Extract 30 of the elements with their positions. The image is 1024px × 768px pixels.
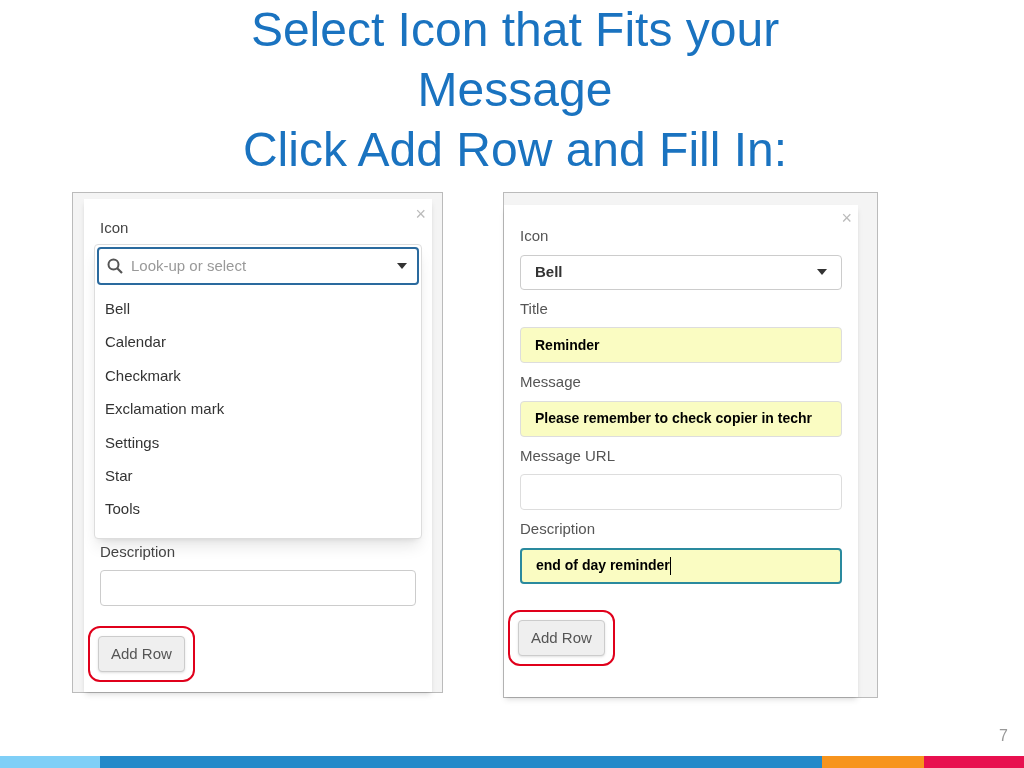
caret-icon: [817, 269, 827, 275]
search-icon: [107, 257, 123, 274]
slide-title: Message: [417, 62, 613, 118]
field-label: Icon: [520, 226, 550, 246]
caret-icon: [397, 262, 407, 269]
input-field[interactable]: [520, 474, 842, 510]
input-field[interactable]: [100, 569, 416, 606]
field-label: Title: [520, 298, 549, 319]
field-label: Message: [520, 372, 582, 392]
slide-title: Select Icon that Fits your: [250, 2, 780, 58]
add-row-button[interactable]: Add Row: [98, 635, 185, 673]
dropdown-option[interactable]: Star: [97, 459, 419, 493]
dropdown-option[interactable]: Tools: [97, 492, 419, 527]
field-label: Message URL: [520, 445, 617, 466]
field-label: Description: [520, 519, 597, 539]
input-field[interactable]: end of day reminder: [520, 547, 842, 584]
dropdown-option[interactable]: Exclamation mark: [97, 392, 419, 427]
input-field[interactable]: Please remember to check copier in techr: [520, 400, 842, 437]
dropdown-option[interactable]: Checkmark: [97, 359, 419, 393]
field-label: Icon: [100, 218, 130, 238]
input-field[interactable]: Reminder: [520, 327, 842, 363]
dropdown-option[interactable]: Settings: [97, 426, 419, 460]
page-number: 7: [999, 726, 1008, 746]
field-label: Description: [100, 542, 177, 563]
dropdown-option[interactable]: Bell: [97, 292, 419, 326]
select-field[interactable]: Bell: [520, 254, 842, 290]
slide-title: Click Add Row and Fill In:: [242, 122, 788, 178]
search-field[interactable]: Look-up or select: [97, 246, 419, 285]
dropdown-option[interactable]: Calendar: [97, 325, 419, 360]
add-row-button[interactable]: Add Row: [518, 619, 605, 656]
